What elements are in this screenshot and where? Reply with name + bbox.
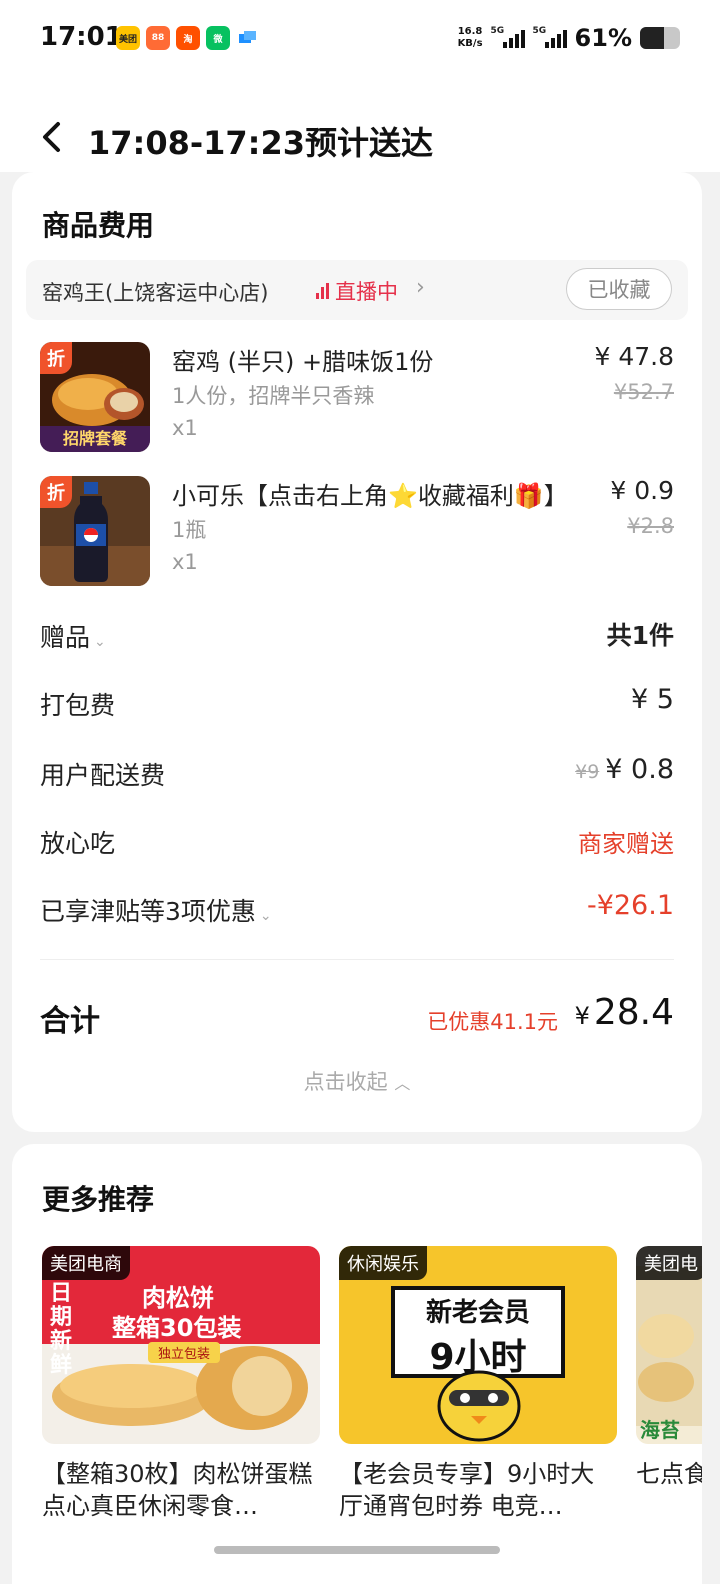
recommend-item[interactable]: 海苔 美团电 七点食米果大 bbox=[636, 1246, 702, 1522]
item-spec: 1人份，招牌半只香辣 bbox=[172, 384, 375, 408]
home-indicator[interactable] bbox=[214, 1546, 500, 1554]
total-value: ¥28.4 bbox=[574, 992, 674, 1033]
item-original-price: ¥52.7 bbox=[613, 380, 674, 404]
recommend-title: 更多推荐 bbox=[42, 1183, 155, 1216]
delivery-fee-original: ¥9 bbox=[575, 761, 600, 783]
banner-side-text: 日期新鲜 bbox=[50, 1281, 73, 1378]
discount-badge: 折 bbox=[40, 476, 72, 508]
discounts-value: -¥26.1 bbox=[586, 890, 674, 921]
meituan-app-icon: 美团 bbox=[116, 26, 140, 50]
page-header: 17:08-17:23预计送达 bbox=[0, 80, 720, 172]
wechat-app-icon: 微 bbox=[206, 26, 230, 50]
gift-row[interactable]: 赠品 ⌄ 共1件 bbox=[40, 614, 674, 654]
signal-icon: 5G bbox=[491, 26, 525, 48]
banner-line1: 新老会员 bbox=[425, 1298, 530, 1328]
back-button[interactable] bbox=[40, 120, 64, 163]
battery-icon bbox=[640, 27, 680, 49]
discount-badge: 折 bbox=[40, 342, 72, 374]
chevron-left-icon bbox=[43, 122, 60, 152]
item-qty: x1 bbox=[172, 550, 198, 574]
section-title: 商品费用 bbox=[42, 209, 155, 242]
signal-icon-2: 5G bbox=[533, 26, 567, 48]
order-item[interactable]: 折 小可乐【点击右上角⭐收藏福利🎁】 1瓶 x1 ¥ 0.9 ¥2.8 bbox=[40, 476, 674, 588]
banner-sub: 独立包装 bbox=[148, 1342, 221, 1363]
live-label: 直播中 bbox=[335, 280, 398, 304]
recommend-item[interactable]: 新老会员 9小时 休闲娱乐 【老会员专享】9小时大厅通宵包时券 电竞… bbox=[339, 1246, 617, 1522]
order-item[interactable]: 折 招牌套餐 窑鸡 (半只) +腊味饭1份 1人份，招牌半只香辣 x1 ¥ 47… bbox=[40, 342, 674, 454]
battery-percent: 61% bbox=[574, 24, 632, 52]
recommend-desc: 七点食米果大 bbox=[636, 1460, 702, 1488]
item-price: ¥ 0.9 bbox=[610, 476, 674, 505]
recommend-image: 日期新鲜 肉松饼 整箱30包装 独立包装 美团电商 bbox=[42, 1246, 320, 1444]
product-fees-card: 商品费用 窑鸡王(上饶客运中心店) 直播中 › 已收藏 折 招牌套餐 窑鸡 (半… bbox=[12, 172, 702, 1132]
item-name: 小可乐【点击右上角⭐收藏福利🎁】 bbox=[172, 482, 568, 510]
assurance-value: 商家赠送 bbox=[578, 830, 674, 858]
delivery-fee-value: ¥ 0.8 bbox=[605, 754, 674, 785]
status-app-icons: 美团 88 淘 微 bbox=[116, 26, 260, 50]
discounts-row[interactable]: 已享津贴等3项优惠 ⌄ -¥26.1 bbox=[40, 888, 674, 928]
banner-bottom: 海苔 bbox=[640, 1418, 680, 1442]
collapse-button[interactable]: 点击收起 ︿ bbox=[12, 1066, 702, 1096]
app-icon-blue bbox=[236, 26, 260, 50]
packing-fee-label: 打包费 bbox=[40, 691, 116, 720]
page-title: 17:08-17:23预计送达 bbox=[88, 124, 434, 162]
recommend-desc: 【老会员专享】9小时大厅通宵包时券 电竞… bbox=[339, 1460, 595, 1520]
item-name: 窑鸡 (半只) +腊味饭1份 bbox=[172, 348, 434, 376]
packing-fee-row: 打包费 ¥ 5 bbox=[40, 682, 674, 722]
recommend-tag: 休闲娱乐 bbox=[339, 1246, 427, 1280]
item-thumbnail: 折 bbox=[40, 476, 150, 586]
assurance-label: 放心吃 bbox=[40, 829, 116, 858]
total-label: 合计 bbox=[40, 1004, 100, 1039]
favorite-button[interactable]: 已收藏 bbox=[566, 268, 672, 310]
banner-line2: 整箱30包装 bbox=[112, 1314, 242, 1342]
chevron-right-icon: › bbox=[416, 275, 425, 300]
live-indicator[interactable]: 直播中 bbox=[316, 276, 398, 306]
item-spec: 1瓶 bbox=[172, 518, 207, 542]
network-speed: 16.8 KB/s bbox=[457, 26, 483, 49]
delivery-fee-row: 用户配送费 ¥9 ¥ 0.8 bbox=[40, 752, 674, 792]
recommend-image: 海苔 美团电 bbox=[636, 1246, 702, 1444]
chevron-up-icon: ︿ bbox=[394, 1074, 411, 1093]
delivery-fee-label: 用户配送费 bbox=[40, 761, 166, 790]
store-row[interactable]: 窑鸡王(上饶客运中心店) 直播中 › 已收藏 bbox=[26, 260, 688, 320]
chevron-down-icon: ⌄ bbox=[94, 634, 106, 650]
status-bar: 17:01 美团 88 淘 微 16.8 KB/s 5G 5G 61% bbox=[0, 0, 720, 80]
recommend-card: 更多推荐 日期新鲜 肉松饼 整箱30包装 独立包装 美团电商 【整箱30枚】肉松… bbox=[12, 1144, 702, 1584]
banner-line2: 9小时 bbox=[429, 1337, 527, 1378]
recommend-image: 新老会员 9小时 休闲娱乐 bbox=[339, 1246, 617, 1444]
item-price: ¥ 47.8 bbox=[594, 342, 674, 371]
saved-amount: 已优惠41.1元 bbox=[427, 1010, 558, 1034]
app-icon-orange: 88 bbox=[146, 26, 170, 50]
recommend-desc: 【整箱30枚】肉松饼蛋糕点心真臣休闲零食… bbox=[42, 1460, 313, 1520]
gift-value: 共1件 bbox=[606, 621, 674, 650]
gift-label: 赠品 bbox=[40, 623, 91, 652]
recommend-item[interactable]: 日期新鲜 肉松饼 整箱30包装 独立包装 美团电商 【整箱30枚】肉松饼蛋糕点心… bbox=[42, 1246, 320, 1522]
item-qty: x1 bbox=[172, 416, 198, 440]
recommend-tag: 美团电商 bbox=[42, 1246, 130, 1280]
thumb-label: 招牌套餐 bbox=[40, 426, 150, 452]
item-original-price: ¥2.8 bbox=[627, 514, 674, 538]
recommend-tag: 美团电 bbox=[636, 1246, 702, 1280]
divider bbox=[40, 959, 674, 960]
status-time: 17:01 bbox=[40, 22, 123, 52]
chevron-down-icon: ⌄ bbox=[259, 908, 272, 924]
discounts-label: 已享津贴等3项优惠 bbox=[40, 897, 256, 926]
store-name[interactable]: 窑鸡王(上饶客运中心店) bbox=[42, 277, 268, 307]
packing-fee-value: ¥ 5 bbox=[631, 684, 674, 715]
taobao-app-icon: 淘 bbox=[176, 26, 200, 50]
assurance-row: 放心吃 商家赠送 bbox=[40, 820, 674, 860]
live-icon bbox=[316, 283, 329, 299]
status-right: 16.8 KB/s 5G 5G 61% bbox=[458, 24, 680, 52]
item-thumbnail: 折 招牌套餐 bbox=[40, 342, 150, 452]
